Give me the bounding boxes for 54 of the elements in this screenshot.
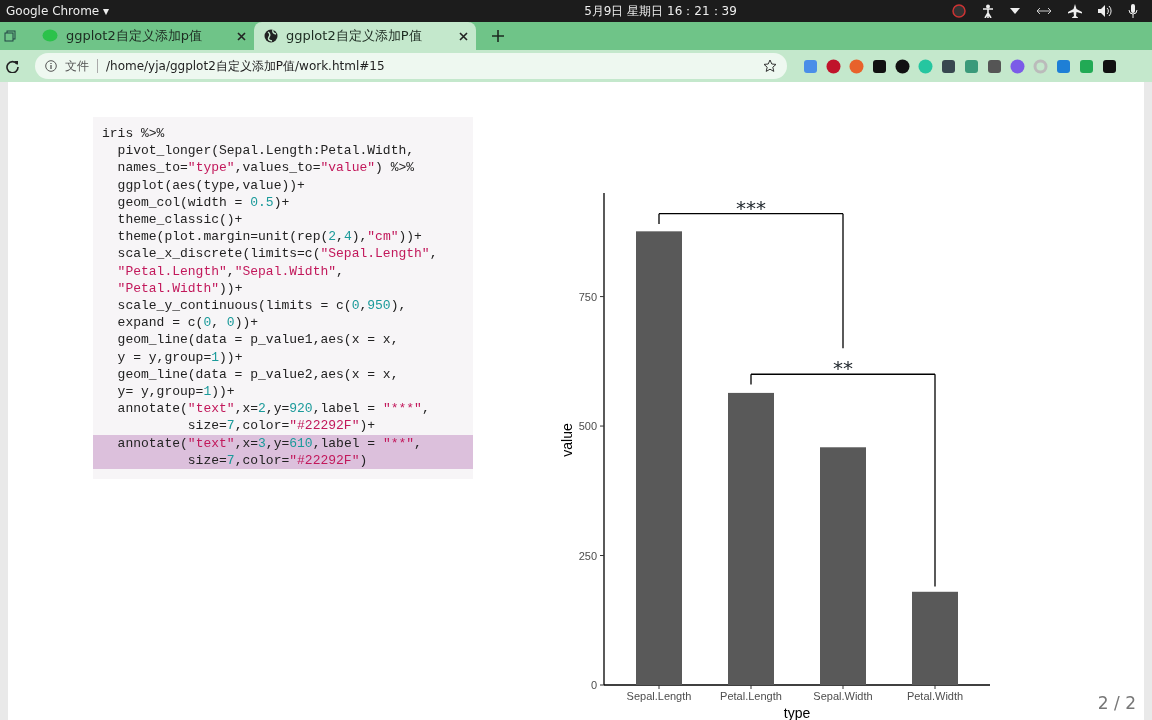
code-line: annotate("text",x=2,y=920,label = "***", <box>116 400 431 418</box>
code-line: size=7,color="#22292F")+ <box>186 417 377 435</box>
category-label: Petal.Length <box>720 690 782 702</box>
reload-icon[interactable] <box>6 59 19 73</box>
tick-label: 0 <box>590 679 597 691</box>
code-line: iris %>% <box>101 125 166 143</box>
microphone-icon[interactable] <box>1128 4 1138 18</box>
star-icon[interactable] <box>763 59 777 73</box>
category-label: Petal.Width <box>906 690 964 702</box>
axis-title: type <box>783 705 811 720</box>
code-line: names_to="type",values_to="value") %>% <box>116 159 416 177</box>
accessibility-icon[interactable] <box>982 4 994 18</box>
code-line: scale_x_discrete(limits=c("Sepal.Length", <box>116 245 439 263</box>
globe-icon <box>264 29 278 43</box>
airplane-icon[interactable] <box>1068 4 1082 18</box>
circle-icon[interactable] <box>952 4 966 18</box>
code-line: geom_line(data = p_value2,aes(x = x, <box>116 365 400 384</box>
category-label: Sepal.Width <box>813 690 873 702</box>
code-line: "Petal.Length","Sepal.Width", <box>116 262 345 280</box>
square-icon[interactable] <box>1056 58 1071 74</box>
significance-label: ** <box>833 356 853 381</box>
browser-tab[interactable]: ggplot2自定义添加p值 <box>32 22 254 50</box>
axis-title: value <box>559 423 575 457</box>
arrows-icon[interactable] <box>1036 6 1052 16</box>
code-line: pivot_longer(Sepal.Length:Petal.Width, <box>116 142 416 160</box>
tick-label: 750 <box>578 290 597 303</box>
app-menu[interactable]: Google Chrome ▾ <box>6 2 110 20</box>
code-line: theme_classic()+ <box>116 211 244 229</box>
tick-label: 250 <box>578 549 597 562</box>
scheme-label: 文件 <box>65 58 89 75</box>
clock: 5月9日 星期日 16：21：39 <box>583 3 737 20</box>
tab-search-icon[interactable] <box>4 30 16 42</box>
code-line: y= y,group=1))+ <box>116 383 236 401</box>
address-bar[interactable]: 文件 /home/yja/ggplot2自定义添加P值/work.html#15 <box>35 53 787 79</box>
category-label: Sepal.Length <box>626 690 692 702</box>
new-tab-icon[interactable] <box>492 30 504 42</box>
code-line: expand = c(0, 0))+ <box>116 314 260 332</box>
tick-label: 500 <box>578 420 597 433</box>
code-line: geom_col(width = 0.5)+ <box>116 193 291 211</box>
volume-icon[interactable] <box>1098 5 1112 17</box>
info-icon <box>45 60 57 72</box>
code-line: y = y,group=1))+ <box>116 348 244 366</box>
page-counter: 2 / 2 <box>1097 691 1136 715</box>
code-line: ggplot(aes(type,value))+ <box>116 176 306 194</box>
code-line: "Petal.Width"))+ <box>116 279 244 298</box>
significance-label: *** <box>736 195 766 220</box>
square-icon[interactable] <box>964 58 979 74</box>
code-line: theme(plot.margin=unit(rep(2,4),"cm"))+ <box>116 228 423 246</box>
browser-tab[interactable]: ggplot2自定义添加P值 <box>254 22 476 50</box>
code-line: geom_line(data = p_value1,aes(x = x, <box>116 331 400 349</box>
url-text: /home/yja/ggplot2自定义添加P值/work.html#15 <box>106 58 385 75</box>
code-line: scale_y_continuous(limits = c(0,950), <box>116 297 408 315</box>
chat-bubble-icon <box>42 29 58 43</box>
dropdown-icon[interactable] <box>1010 8 1020 14</box>
